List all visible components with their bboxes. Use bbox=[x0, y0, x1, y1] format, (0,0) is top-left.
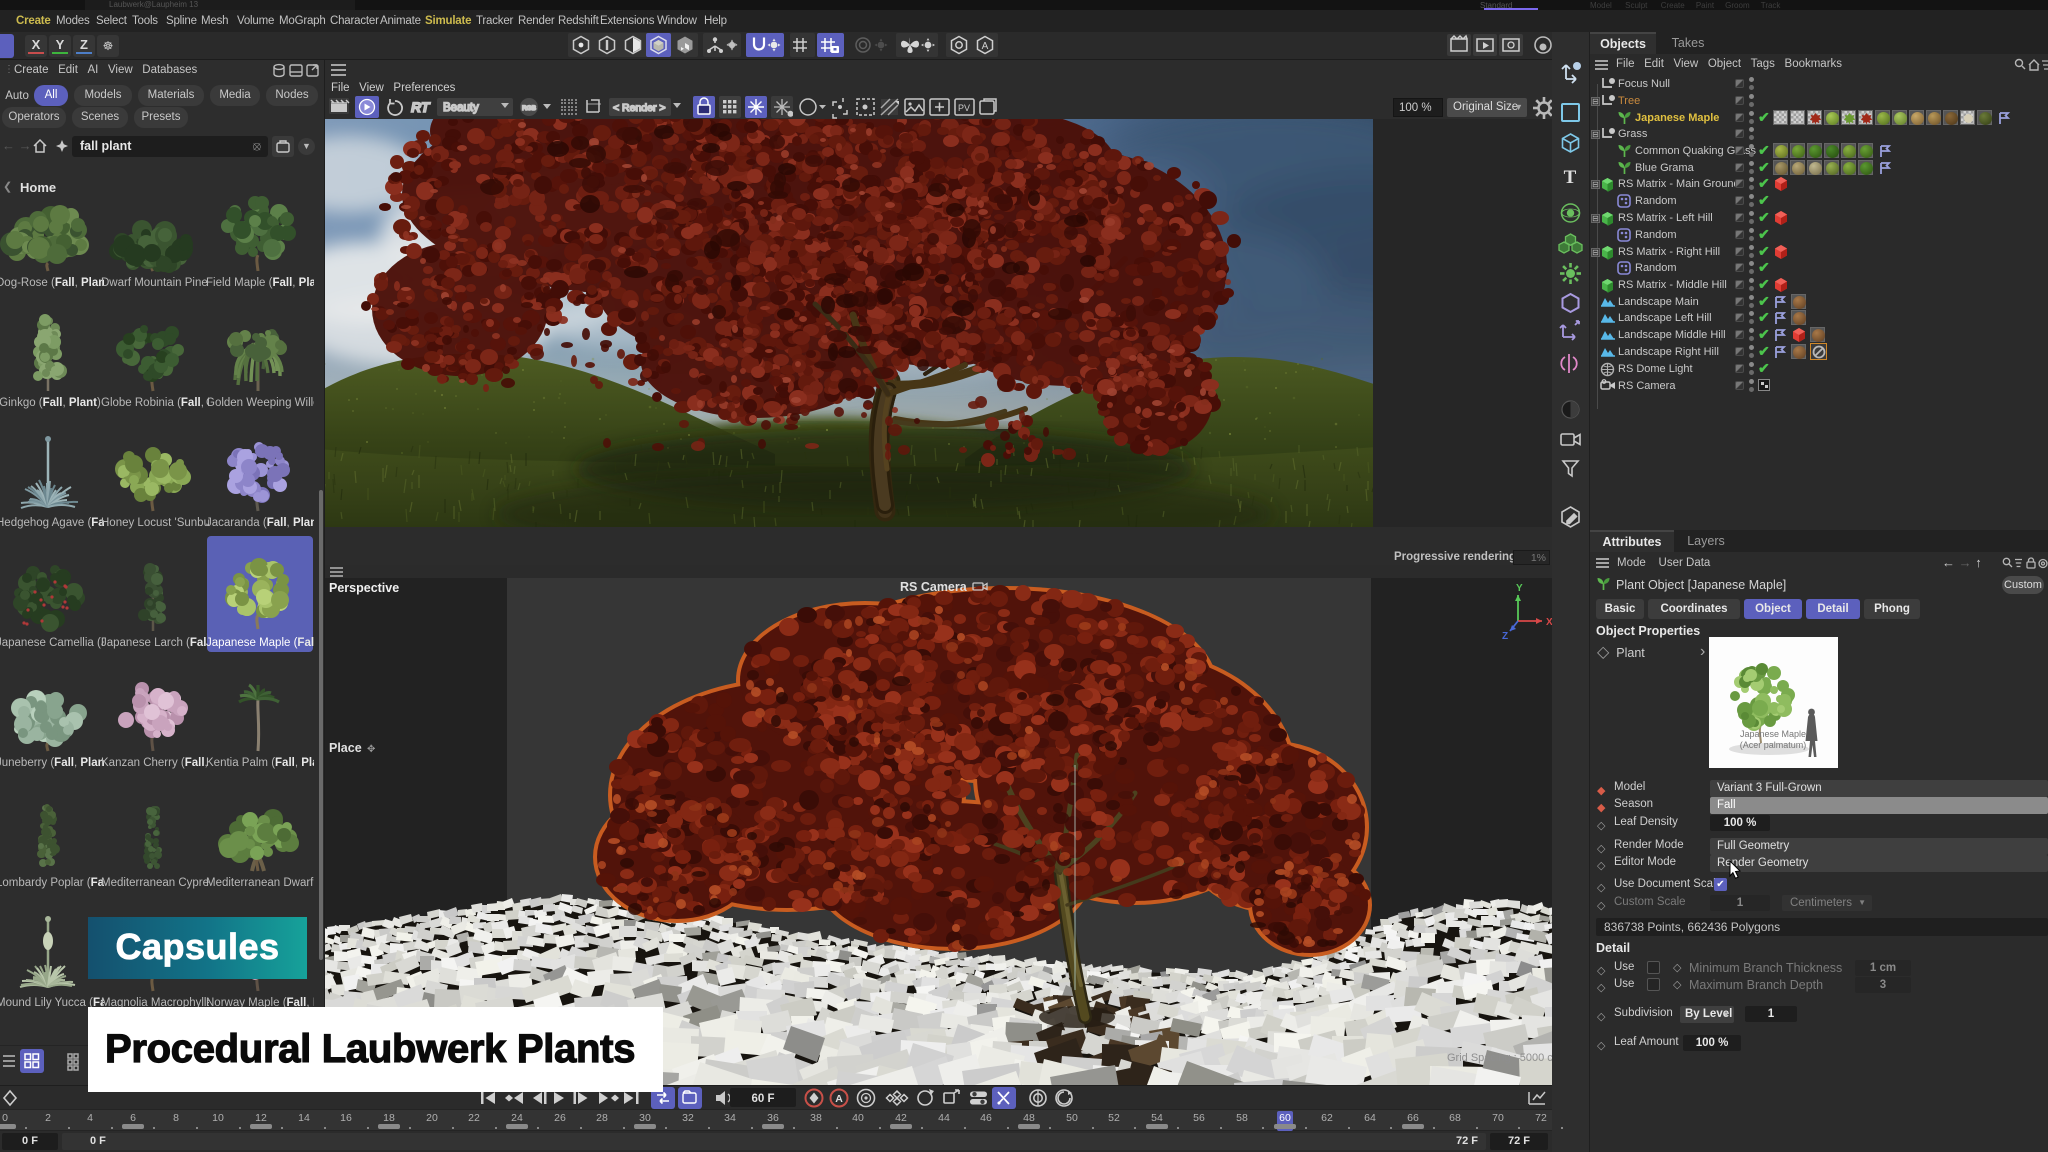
svg-text:G: G bbox=[788, 112, 793, 118]
svg-text:< Render >: < Render > bbox=[613, 102, 666, 114]
svg-text:A: A bbox=[982, 41, 989, 52]
svg-text:RT: RT bbox=[411, 99, 431, 115]
svg-text:PV: PV bbox=[958, 103, 970, 113]
svg-text:Beauty: Beauty bbox=[443, 102, 479, 114]
svg-text:RGB: RGB bbox=[522, 105, 536, 112]
